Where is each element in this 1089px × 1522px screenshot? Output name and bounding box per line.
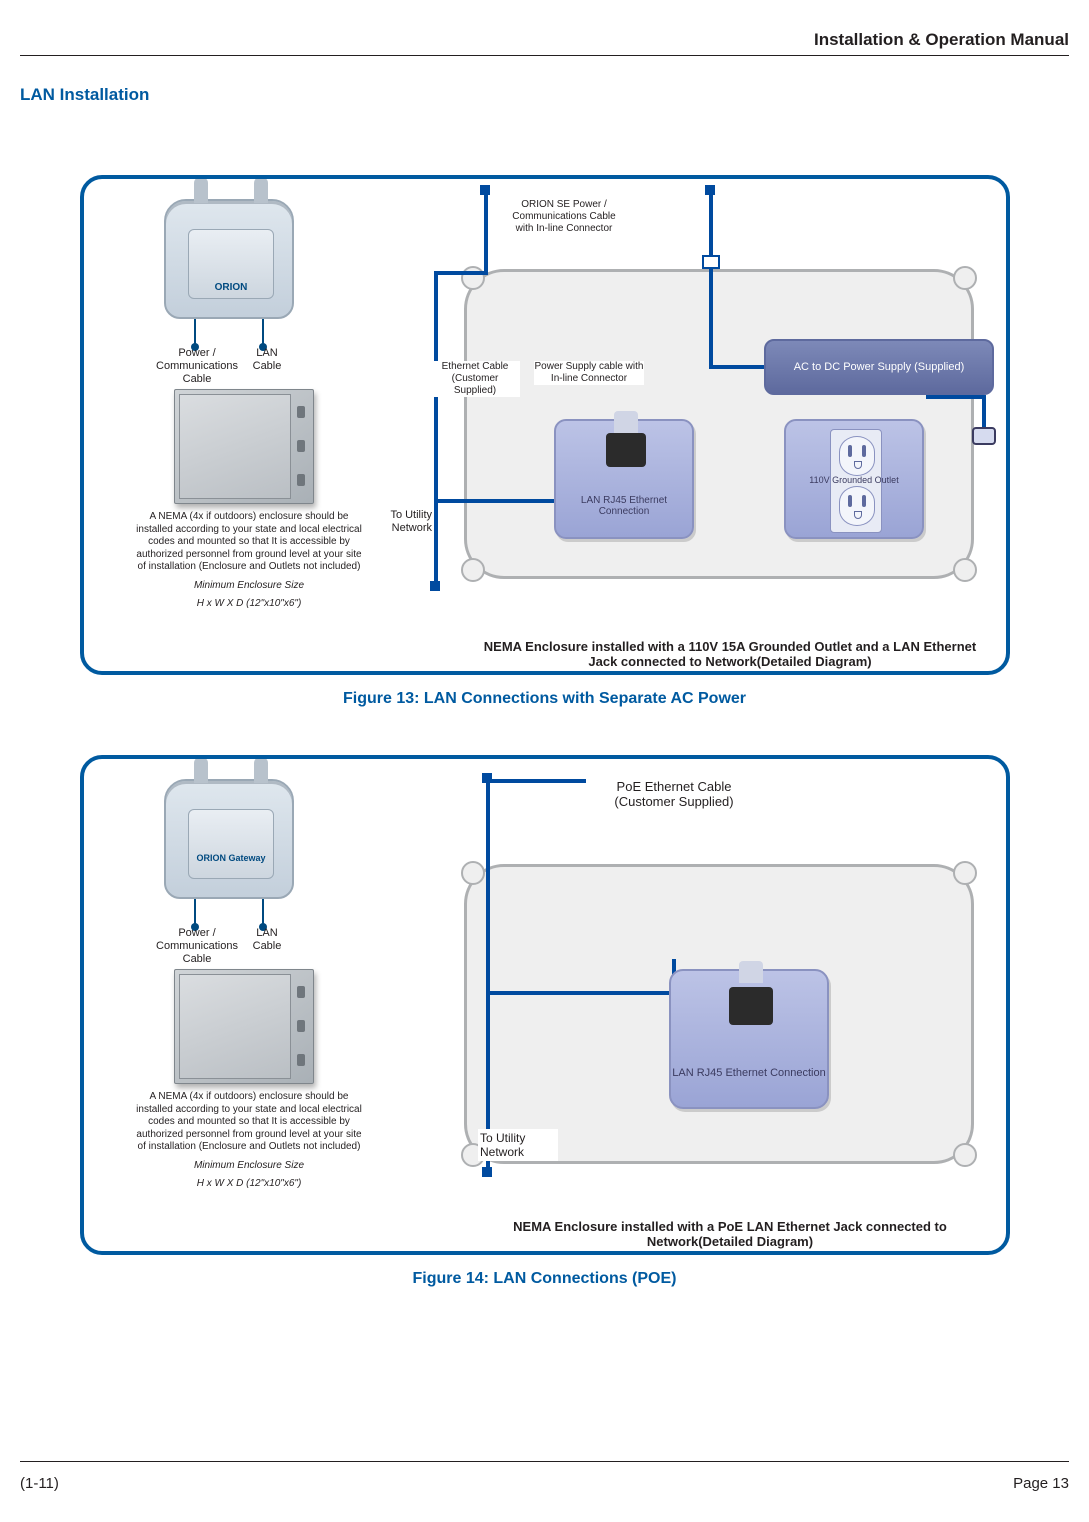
poe-wire [486,991,676,995]
ac-dc-power-supply: AC to DC Power Supply (Supplied) [764,339,994,395]
ethernet-wire [434,499,438,585]
figure-14-frame: ((•)) ((•)) ORION Gateway Power / Commun… [80,755,1010,1255]
figure-13-frame: ((•)) ((•)) ORION Power / Communications… [80,175,1010,675]
ethernet-wire [434,499,564,503]
page-header-title: Installation & Operation Manual [814,30,1069,50]
footer-rule [20,1461,1069,1462]
figure-13-diagram-caption: NEMA Enclosure installed with a 110V 15A… [474,639,986,669]
figure-14-right-diagram: PoE Ethernet Cable (Customer Supplied) T… [374,759,1006,1255]
poe-wire [486,779,490,1171]
lan-cable-label: LAN Cable [242,927,292,953]
power-wire [709,365,767,369]
antenna-icon [254,177,268,203]
nema-enclosure-note: A NEMA (4x if outdoors) enclosure should… [134,511,364,611]
lan-cable-label: LAN Cable [242,347,292,373]
wire-terminal-icon [430,581,440,591]
poe-wire [486,779,586,783]
orion-device-icon: ORION [164,199,294,319]
wire-terminal-icon [482,1167,492,1177]
power-supply-cable-label: Power Supply cable with In-line Connecto… [534,361,644,385]
to-utility-network-label: To Utility Network [478,1129,558,1161]
grounded-outlet: 110V Grounded Outlet [784,419,924,539]
psu-outlet-wire [926,395,986,399]
antenna-icon [254,757,268,783]
nema-min-size-label: Minimum Enclosure Size [134,1160,364,1173]
to-utility-network-label: To Utility Network [382,509,432,535]
figure-13-right-diagram: ORION SE Power / Communications Cable wi… [374,179,1006,675]
nema-enclosure-note: A NEMA (4x if outdoors) enclosure should… [134,1091,364,1191]
antenna-icon [194,177,208,203]
power-comm-cable-label: Power / Communications Cable [152,927,242,967]
inline-connector-icon [702,255,720,269]
figure-14-diagram-caption: NEMA Enclosure installed with a PoE LAN … [474,1219,986,1249]
orion-gateway-label: ORION Gateway [189,854,273,864]
orion-gateway-device-icon: ORION Gateway [164,779,294,899]
rj45-label: LAN RJ45 Ethernet Connection [671,1067,827,1079]
lan-rj45-jack: LAN RJ45 Ethernet Connection [554,419,694,539]
figure-13-left-column: ((•)) ((•)) ORION Power / Communications… [104,179,374,675]
rj45-label: LAN RJ45 Ethernet Connection [556,495,692,517]
nema-min-size-dims: H x W X D (12"x10"x6") [134,598,364,611]
psu-label: AC to DC Power Supply (Supplied) [794,361,965,373]
antenna-icon [194,757,208,783]
orion-faceplate: ORION Gateway [188,809,274,879]
rj45-plug-icon [739,961,763,983]
orion-se-cable-label: ORION SE Power / Communications Cable wi… [504,199,624,235]
figure-14-caption: Figure 14: LAN Connections (POE) [0,1270,1089,1288]
rj45-port-icon [606,433,646,467]
rj45-port-icon [729,987,773,1025]
footer-page-number: Page 13 [1013,1475,1069,1492]
ethernet-wire [434,271,488,275]
rj45-plug-icon [614,411,638,433]
plug-icon [972,427,996,445]
figure-13-caption: Figure 13: LAN Connections with Separate… [0,690,1089,708]
header-rule [20,55,1069,56]
orion-device-label: ORION [189,282,273,293]
outlet-label: 110V Grounded Outlet [786,475,922,485]
nema-note-body: A NEMA (4x if outdoors) enclosure should… [136,1091,362,1152]
power-wire [709,191,713,255]
lan-rj45-jack: LAN RJ45 Ethernet Connection [669,969,829,1109]
section-title: LAN Installation [20,85,149,105]
footer-revision: (1-11) [20,1475,59,1492]
nema-enclosure-photo [174,969,314,1084]
nema-min-size-label: Minimum Enclosure Size [134,580,364,593]
power-comm-cable-label: Power / Communications Cable [152,347,242,387]
nema-min-size-dims: H x W X D (12"x10"x6") [134,1178,364,1191]
figure-14-left-column: ((•)) ((•)) ORION Gateway Power / Commun… [104,759,374,1255]
ethernet-wire [484,191,488,271]
nema-note-body: A NEMA (4x if outdoors) enclosure should… [136,511,362,572]
power-wire [709,269,713,367]
ethernet-cable-customer-label: Ethernet Cable (Customer Supplied) [430,361,520,397]
nema-enclosure-photo [174,389,314,504]
orion-faceplate: ORION [188,229,274,299]
poe-cable-label: PoE Ethernet Cable (Customer Supplied) [594,779,754,809]
